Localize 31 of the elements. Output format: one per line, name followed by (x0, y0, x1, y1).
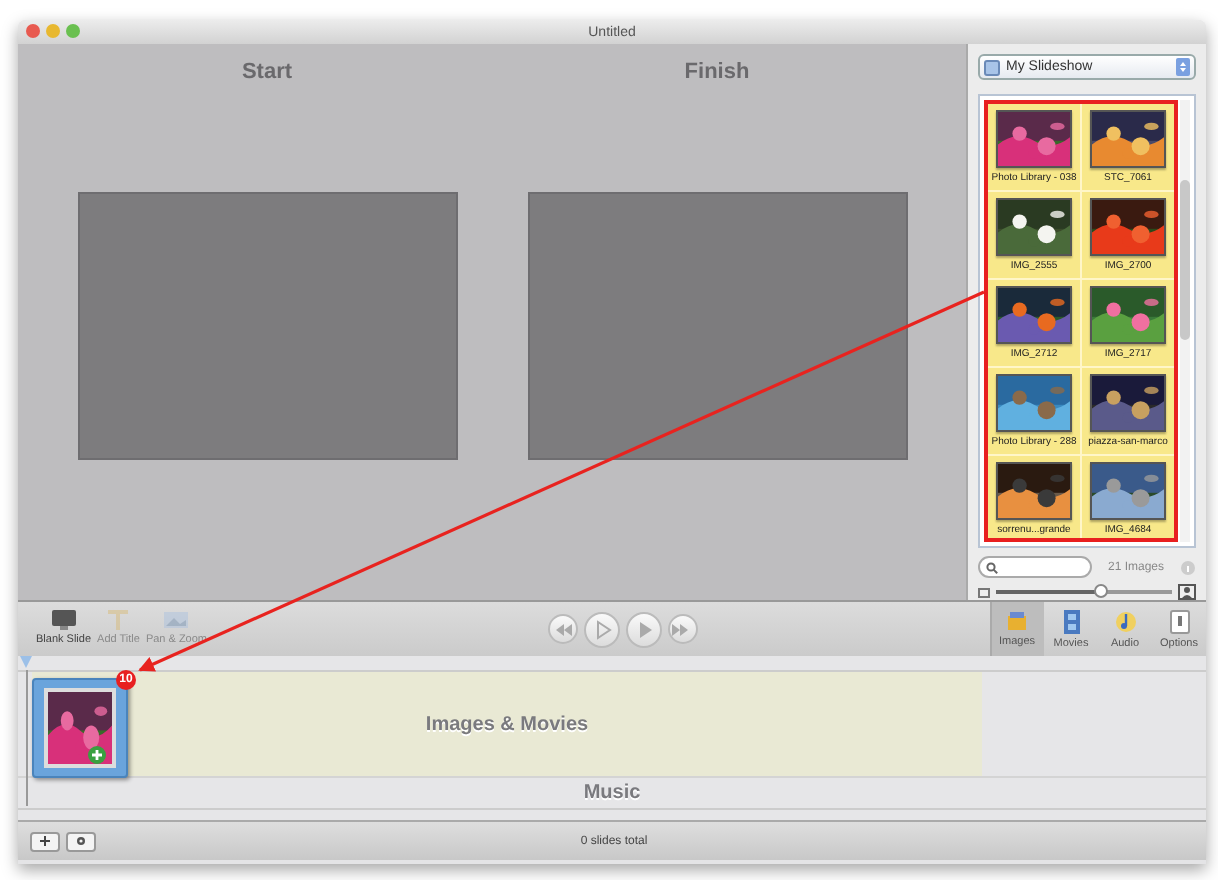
text-icon (106, 608, 131, 632)
rewind-button[interactable] (547, 614, 577, 644)
album-icon (984, 59, 1000, 75)
stepper-icon (1176, 58, 1190, 76)
track-label: Images & Movies (423, 713, 591, 735)
plus-icon (40, 836, 50, 846)
fast-forward-button[interactable] (667, 614, 697, 644)
slide-label: Finish (684, 60, 750, 88)
playhead[interactable] (20, 656, 32, 668)
gear-icon (76, 836, 86, 846)
music-note-icon (1113, 609, 1137, 633)
scrollbar[interactable] (1180, 100, 1190, 542)
zoom-button[interactable] (66, 24, 80, 38)
minimize-button[interactable] (46, 24, 60, 38)
search-field[interactable] (978, 556, 1092, 578)
add-icon (88, 746, 106, 764)
track-label: Music (581, 782, 643, 804)
info-icon[interactable] (1180, 559, 1196, 575)
search-icon (986, 561, 998, 573)
preview-button[interactable] (583, 611, 619, 647)
film-icon (1061, 609, 1081, 633)
switch-icon (1169, 609, 1189, 633)
add-button[interactable] (30, 831, 60, 851)
image-icon (162, 608, 191, 632)
close-button[interactable] (26, 24, 40, 38)
slide-clip[interactable] (32, 678, 128, 778)
slide-label: Start (241, 60, 293, 88)
monitor-icon (49, 608, 78, 632)
action-menu-button[interactable] (66, 831, 96, 851)
photos-icon (1006, 610, 1028, 632)
play-button[interactable] (625, 611, 661, 647)
